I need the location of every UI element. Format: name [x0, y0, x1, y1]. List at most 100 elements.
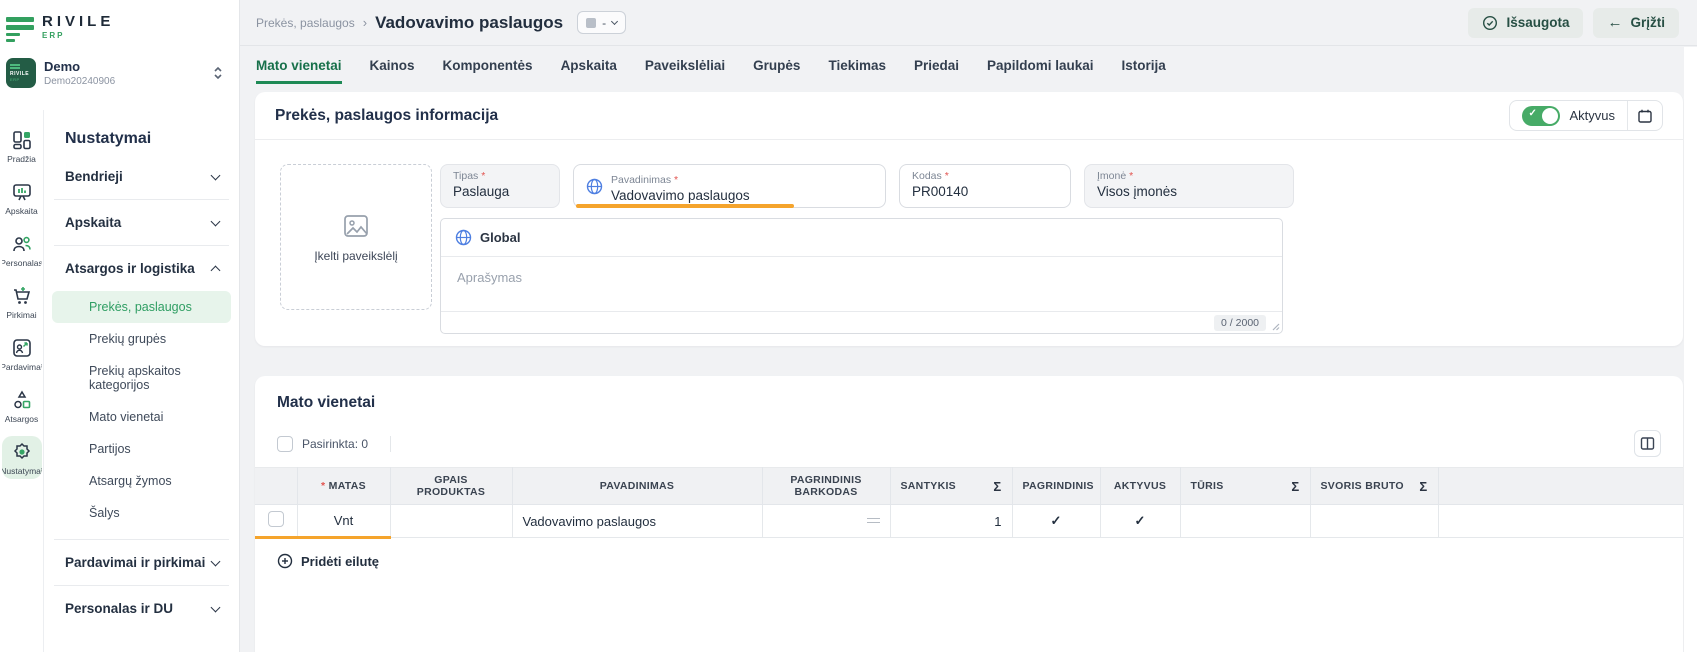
cell-santykis[interactable]: 1	[890, 505, 1012, 538]
table-header-row: * MATAS GPAIS PRODUKTAS PAVADINIMAS PAGR…	[255, 468, 1683, 505]
workspace-code: Demo20240906	[44, 76, 213, 87]
check-icon: ✓	[1135, 513, 1146, 528]
description-placeholder: Aprašymas	[457, 270, 522, 285]
rail-item-personalas[interactable]: Personalas	[2, 228, 42, 271]
tab-papildomi-laukai[interactable]: Papildomi laukai	[987, 46, 1094, 84]
col-turis[interactable]: TŪRISΣ	[1180, 468, 1310, 505]
sidebar-item-prekiu-grupes[interactable]: Prekių grupės	[52, 323, 231, 355]
drag-handle-icon[interactable]	[867, 515, 880, 526]
kodas-field[interactable]: Kodas * PR00140	[899, 164, 1071, 208]
sidebar-item-prekiu-apskaitos-kategorijos[interactable]: Prekių apskaitos kategorijos	[52, 355, 231, 401]
sum-icon[interactable]: Σ	[1291, 479, 1299, 494]
app-root: RIVILE ERP RIVILEERP Demo Demo20240906	[0, 0, 1697, 652]
left-sidebar: RIVILE ERP RIVILEERP Demo Demo20240906	[0, 0, 240, 652]
cell-barkodas[interactable]	[762, 505, 890, 538]
sidebar-item-partijos[interactable]: Partijos	[52, 433, 231, 465]
active-toggle-group: ✓ Aktyvus	[1509, 100, 1663, 131]
rail-item-nustatymai[interactable]: Nustatymai	[2, 436, 42, 479]
col-pagrindinis-barkodas[interactable]: PAGRINDINIS BARKODAS	[762, 468, 890, 505]
calendar-button[interactable]	[1628, 101, 1662, 130]
col-svoris-bruto[interactable]: SVORIS BRUTOΣ	[1310, 468, 1438, 505]
description-textarea[interactable]: Aprašymas	[441, 257, 1282, 311]
col-gpais-produktas[interactable]: GPAIS PRODUKTAS	[390, 468, 512, 505]
active-toggle[interactable]: ✓ Aktyvus	[1510, 106, 1627, 126]
breadcrumb[interactable]: Prekės, paslaugos	[256, 16, 355, 30]
row-checkbox[interactable]	[268, 511, 284, 527]
page-title: Vadovavimo paslaugos	[375, 13, 563, 33]
tab-mato-vienetai[interactable]: Mato vienetai	[256, 46, 342, 84]
imone-field[interactable]: Įmonė * Visos įmonės	[1084, 164, 1294, 208]
rail-item-pardavimai[interactable]: Pardavimai	[2, 332, 42, 375]
tipas-field[interactable]: Tipas * Paslauga	[440, 164, 560, 208]
scrollbar-track[interactable]	[1684, 47, 1697, 652]
image-upload-dropzone[interactable]: Įkelti paveikslėlį	[280, 164, 432, 310]
tab-apskaita[interactable]: Apskaita	[561, 46, 617, 84]
info-card: Prekės, paslaugos informacija ✓ Aktyvus	[255, 92, 1683, 346]
cell-turis[interactable]	[1180, 505, 1310, 538]
globe-icon	[455, 229, 472, 246]
brand-name: RIVILE	[42, 14, 114, 29]
rail-item-pradzia[interactable]: Pradžia	[2, 124, 42, 167]
workspace-selector[interactable]: RIVILEERP Demo Demo20240906	[4, 58, 229, 88]
cell-matas[interactable]: Vnt	[297, 505, 390, 538]
tab-kainos[interactable]: Kainos	[370, 46, 415, 84]
cell-pavadinimas[interactable]: Vadovavimo paslaugos	[512, 505, 762, 538]
col-pagrindinis[interactable]: PAGRINDINIS	[1012, 468, 1100, 505]
sidebar-section-bendrieji[interactable]: Bendrieji	[52, 154, 231, 199]
menu-heading: Nustatymai	[52, 114, 231, 154]
cell-pagrindinis[interactable]: ✓	[1012, 505, 1100, 538]
sidebar-item-atsargu-zymos[interactable]: Atsargų žymos	[52, 465, 231, 497]
selection-row: Pasirinkta: 0	[277, 430, 1661, 457]
col-aktyvus[interactable]: AKTYVUS	[1100, 468, 1180, 505]
sidebar-section-atsargos-logistika[interactable]: Atsargos ir logistika	[52, 246, 231, 291]
rail-item-apskaita[interactable]: Apskaita	[2, 176, 42, 219]
tab-priedai[interactable]: Priedai	[914, 46, 959, 84]
resize-handle[interactable]	[1271, 322, 1280, 331]
tab-komponentes[interactable]: Komponentės	[443, 46, 533, 84]
person-arrow-icon	[11, 337, 33, 359]
col-santykis[interactable]: SANTYKISΣ	[890, 468, 1012, 505]
workspace-caret-icon[interactable]	[213, 66, 223, 80]
add-row-button[interactable]: Pridėti eilutę	[277, 553, 379, 569]
changed-indicator	[576, 204, 794, 208]
rail-item-pirkimai[interactable]: Pirkimai	[2, 280, 42, 323]
cell-aktyvus[interactable]: ✓	[1100, 505, 1180, 538]
sum-icon[interactable]: Σ	[993, 479, 1001, 494]
cell-gpais[interactable]	[390, 505, 512, 538]
sum-icon[interactable]: Σ	[1419, 479, 1427, 494]
sidebar-item-salys[interactable]: Šalys	[52, 497, 231, 529]
sidebar-section-apskaita[interactable]: Apskaita	[52, 200, 231, 245]
rail-item-atsargos[interactable]: Atsargos	[2, 384, 42, 427]
upload-label: Įkelti paveikslėlį	[314, 249, 397, 263]
dashboard-icon	[11, 129, 33, 151]
sidebar-item-prekes-paslaugos[interactable]: Prekės, paslaugos	[52, 291, 231, 323]
col-pavadinimas[interactable]: PAVADINIMAS	[512, 468, 762, 505]
sidebar-section-pardavimai-pirkimai[interactable]: Pardavimai ir pirkimai	[52, 540, 231, 585]
toggle-on-icon[interactable]: ✓	[1522, 106, 1560, 126]
row-checkbox-cell	[255, 505, 297, 538]
breadcrumb-separator: ›	[363, 15, 367, 30]
description-group-title: Global	[480, 230, 520, 245]
col-matas[interactable]: * MATAS	[297, 468, 390, 505]
back-button[interactable]: ← Grįžti	[1593, 8, 1679, 38]
check-circle-icon	[1482, 15, 1498, 31]
header-checkbox-cell	[255, 468, 297, 505]
tab-grupes[interactable]: Grupės	[753, 46, 800, 84]
cart-icon	[11, 285, 33, 307]
saved-button[interactable]: Išsaugota	[1468, 8, 1583, 38]
units-table: * MATAS GPAIS PRODUKTAS PAVADINIMAS PAGR…	[255, 467, 1683, 539]
column-settings-button[interactable]	[1634, 430, 1661, 457]
sidebar-item-mato-vienetai[interactable]: Mato vienetai	[52, 401, 231, 433]
sidebar-header: RIVILE ERP RIVILEERP Demo Demo20240906	[0, 0, 239, 110]
tab-istorija[interactable]: Istorija	[1122, 46, 1166, 84]
tab-tiekimas[interactable]: Tiekimas	[828, 46, 886, 84]
sidebar-section-personalas-du[interactable]: Personalas ir DU	[52, 586, 231, 631]
select-all-checkbox[interactable]	[277, 436, 293, 452]
char-counter: 0 / 2000	[1214, 315, 1266, 331]
tab-paveiksleliai[interactable]: Paveikslėliai	[645, 46, 725, 84]
imone-value: Visos įmonės	[1097, 184, 1281, 199]
status-dropdown[interactable]: -	[577, 11, 626, 34]
chevron-down-icon	[211, 170, 221, 180]
cell-svoris[interactable]	[1310, 505, 1438, 538]
pavadinimas-field[interactable]: Pavadinimas * Vadovavimo paslaugos	[573, 164, 886, 208]
